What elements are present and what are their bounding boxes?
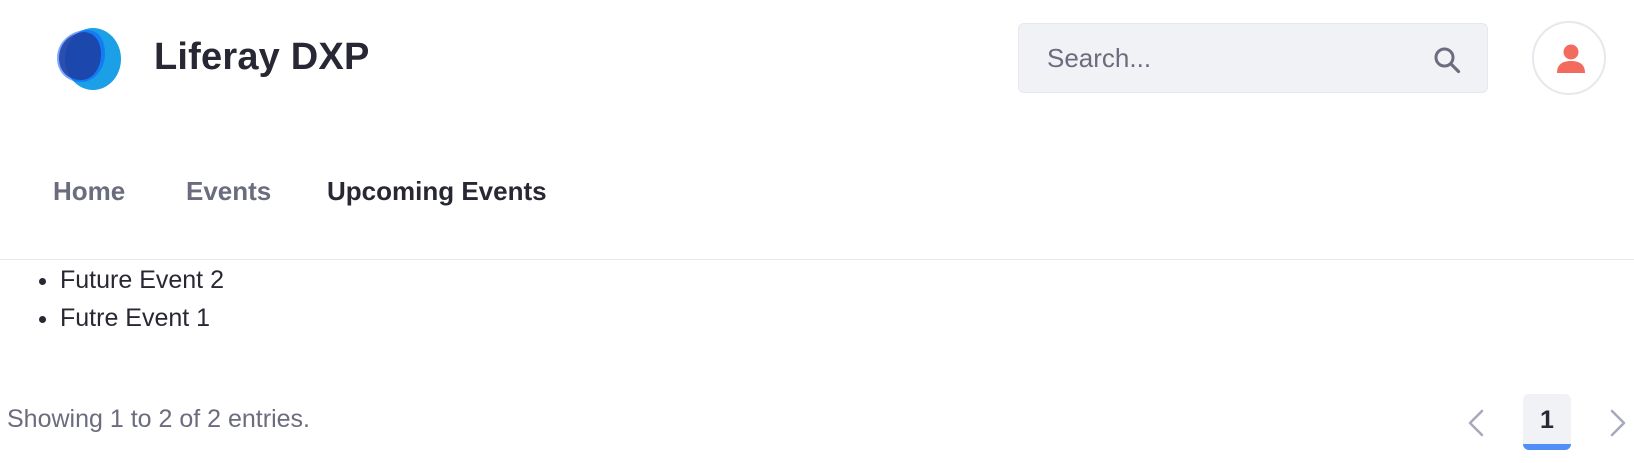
- event-list: Future Event 2 Futre Event 1: [0, 263, 224, 339]
- chevron-left-icon[interactable]: [1462, 404, 1490, 442]
- nav-item-upcoming-events[interactable]: Upcoming Events: [327, 176, 547, 207]
- pagination-page-1-button[interactable]: 1: [1523, 394, 1571, 450]
- page-number: 1: [1540, 406, 1554, 434]
- site-title[interactable]: Liferay DXP: [154, 36, 370, 79]
- search-bar: [1018, 23, 1488, 93]
- event-list-item[interactable]: Futre Event 1: [60, 301, 224, 339]
- main-navigation: Home Events Upcoming Events: [0, 160, 1634, 220]
- nav-item-home[interactable]: Home: [53, 176, 125, 207]
- event-list-item[interactable]: Future Event 2: [60, 263, 224, 301]
- pagination-results-text: Showing 1 to 2 of 2 entries.: [7, 405, 310, 433]
- search-icon[interactable]: [1433, 46, 1461, 74]
- nav-item-events[interactable]: Events: [186, 176, 271, 207]
- event-title[interactable]: Future Event 2: [60, 266, 224, 294]
- chevron-right-icon[interactable]: [1604, 404, 1632, 442]
- liferay-logo-icon[interactable]: [53, 26, 123, 92]
- user-avatar-button[interactable]: [1532, 21, 1606, 95]
- user-icon: [1557, 44, 1585, 73]
- active-page-indicator: [1523, 444, 1571, 450]
- event-title[interactable]: Futre Event 1: [60, 304, 210, 332]
- search-input[interactable]: [1019, 24, 1487, 92]
- site-header: Liferay DXP: [0, 0, 1634, 120]
- header-divider: [0, 259, 1634, 260]
